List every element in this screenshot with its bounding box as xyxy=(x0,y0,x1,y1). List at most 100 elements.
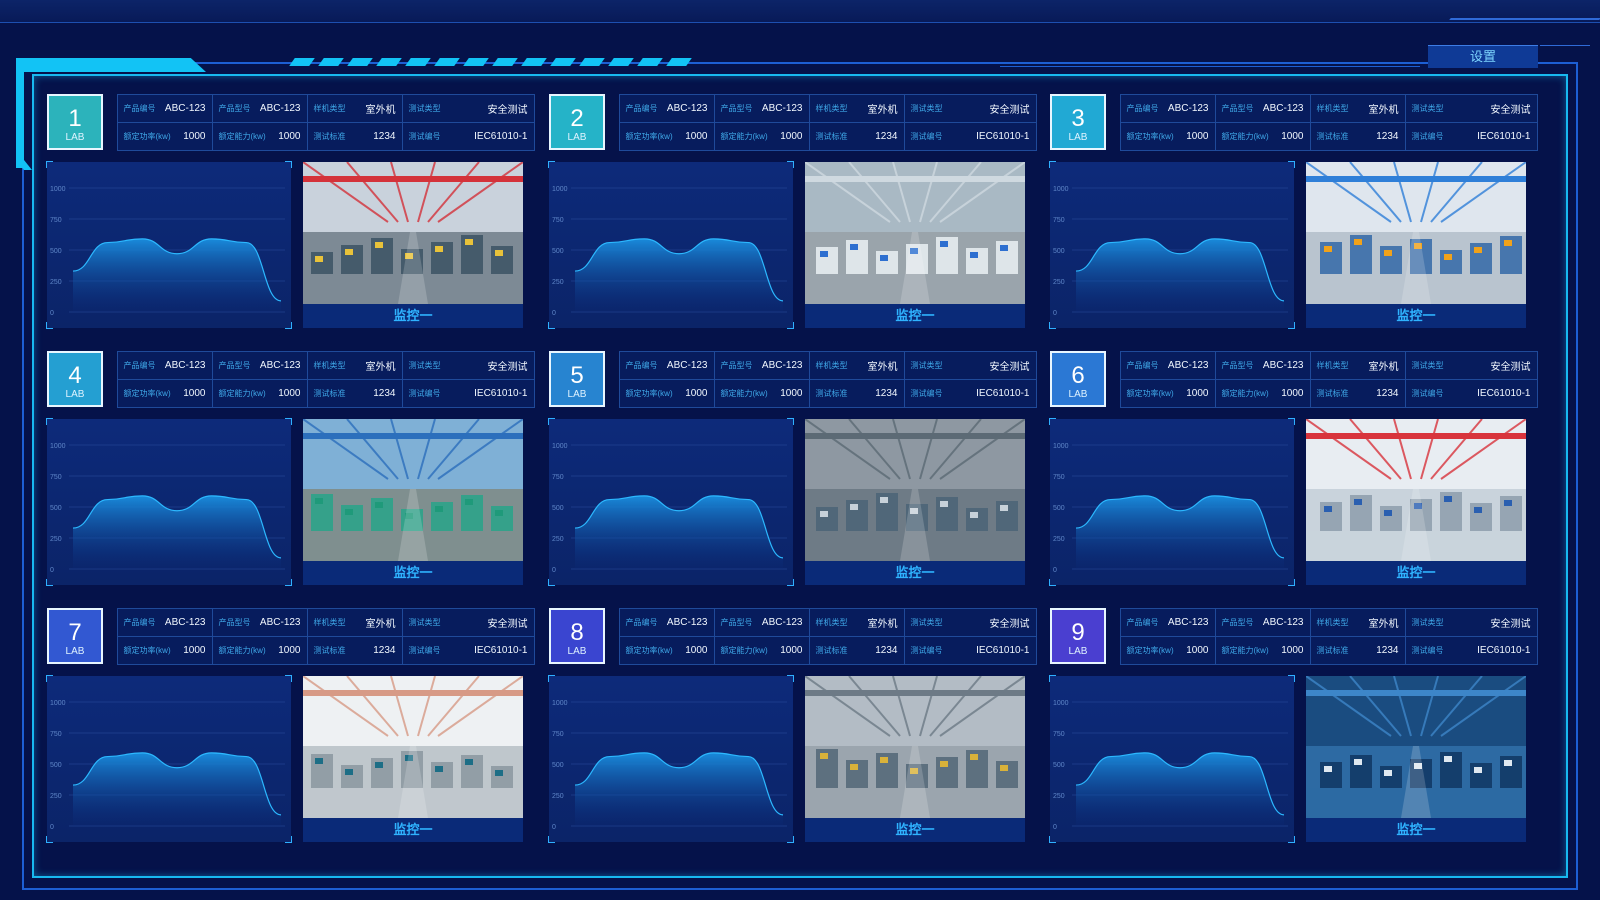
info-cell-sample-type: 样机类型 室外机 xyxy=(808,93,905,123)
lab-badge[interactable]: 6 LAB xyxy=(1050,351,1106,407)
y-tick-label: 500 xyxy=(50,248,62,255)
lab-info-table: 产品编号 ABC-123 产品型号 ABC-123 样机类型 室外机 测试类型 … xyxy=(1119,93,1538,151)
info-label: 额定能力(kw) xyxy=(1221,131,1269,141)
camera-label[interactable]: 监控一 xyxy=(303,818,523,842)
lab-panel: 4 LAB 产品编号 ABC-123 产品型号 ABC-123 样机类型 室外机… xyxy=(46,350,535,599)
info-value: 室外机 xyxy=(365,618,396,630)
lab-badge[interactable]: 4 LAB xyxy=(47,351,103,407)
info-value: 1000 xyxy=(780,644,803,656)
y-tick-label: 250 xyxy=(1053,279,1065,286)
lab-badge[interactable]: 8 LAB xyxy=(549,608,605,664)
info-value: 1000 xyxy=(278,130,301,142)
info-label: 产品型号 xyxy=(218,103,251,113)
info-label: 产品型号 xyxy=(720,360,753,370)
info-label: 额定能力(kw) xyxy=(720,388,768,398)
info-value: 1234 xyxy=(373,644,396,656)
camera-feed[interactable]: 监控一 xyxy=(1306,419,1526,585)
info-label: 测试标准 xyxy=(313,388,346,398)
info-cell-product-no: 产品编号 ABC-123 xyxy=(618,607,715,637)
info-value: 1000 xyxy=(183,387,206,399)
camera-label[interactable]: 监控一 xyxy=(303,561,523,585)
info-label: 额定功率(kw) xyxy=(625,131,673,141)
info-value: 1234 xyxy=(875,130,898,142)
info-cell-rated-capacity: 额定能力(kw) 1000 xyxy=(713,378,810,408)
camera-image xyxy=(303,419,523,561)
settings-button[interactable]: 设置 xyxy=(1428,45,1538,68)
info-cell-rated-power: 额定功率(kw) 1000 xyxy=(116,121,213,151)
lab-badge[interactable]: 7 LAB xyxy=(47,608,103,664)
y-tick-label: 1000 xyxy=(552,186,568,193)
info-value: ABC-123 xyxy=(761,616,803,628)
lab-number: 6 xyxy=(1071,362,1085,389)
info-cell-sample-type: 样机类型 室外机 xyxy=(808,350,905,380)
frame-corner-top xyxy=(16,58,206,72)
info-value: 室外机 xyxy=(1368,104,1399,116)
lab-panel: 1 LAB 产品编号 ABC-123 产品型号 ABC-123 样机类型 室外机… xyxy=(46,93,535,342)
lab-number: 3 xyxy=(1071,105,1085,132)
camera-feed[interactable]: 监控一 xyxy=(805,676,1025,842)
lab-badge[interactable]: 1 LAB xyxy=(47,94,103,150)
lab-number: 2 xyxy=(570,105,584,132)
info-value: 1000 xyxy=(278,644,301,656)
info-label: 测试类型 xyxy=(1411,103,1444,113)
camera-scene-illustration xyxy=(1306,162,1526,304)
info-value: IEC61010-1 xyxy=(976,387,1030,399)
camera-label[interactable]: 监控一 xyxy=(805,304,1025,328)
info-label: 产品型号 xyxy=(218,360,251,370)
info-value: ABC-123 xyxy=(761,359,803,371)
info-value: ABC-123 xyxy=(1262,102,1304,114)
area-chart-svg: 1000 750 500 250 0 xyxy=(552,700,787,831)
info-cell-test-type: 测试类型 安全测试 xyxy=(401,93,535,123)
lab-badge[interactable]: 9 LAB xyxy=(1050,608,1106,664)
camera-feed[interactable]: 监控一 xyxy=(1306,162,1526,328)
info-value: 安全测试 xyxy=(1490,618,1531,630)
y-tick-label: 250 xyxy=(1053,536,1065,543)
info-label: 额定功率(kw) xyxy=(1126,131,1174,141)
info-value: 1000 xyxy=(685,387,708,399)
camera-image xyxy=(303,676,523,818)
info-label: 产品编号 xyxy=(1126,103,1159,113)
camera-label[interactable]: 监控一 xyxy=(805,561,1025,585)
y-tick-label: 750 xyxy=(50,217,62,224)
camera-feed[interactable]: 监控一 xyxy=(805,162,1025,328)
power-chart: 1000 750 500 250 0 xyxy=(548,675,794,843)
info-cell-product-model: 产品型号 ABC-123 xyxy=(1214,350,1311,380)
camera-feed[interactable]: 监控一 xyxy=(303,419,523,585)
camera-label[interactable]: 监控一 xyxy=(1306,304,1526,328)
lab-label: LAB xyxy=(567,132,587,143)
settings-accent-line xyxy=(1540,45,1590,46)
info-cell-rated-capacity: 额定能力(kw) 1000 xyxy=(713,635,810,665)
info-label: 测试标准 xyxy=(815,645,848,655)
lab-panel: 8 LAB 产品编号 ABC-123 产品型号 ABC-123 样机类型 室外机… xyxy=(548,607,1037,856)
camera-label[interactable]: 监控一 xyxy=(805,818,1025,842)
info-value: 安全测试 xyxy=(989,618,1030,630)
info-value: 室外机 xyxy=(867,104,898,116)
info-value: 1000 xyxy=(278,387,301,399)
info-value: 1234 xyxy=(373,130,396,142)
info-cell-rated-capacity: 额定能力(kw) 1000 xyxy=(211,121,308,151)
info-label: 产品型号 xyxy=(1221,103,1254,113)
info-cell-sample-type: 样机类型 室外机 xyxy=(1309,350,1406,380)
camera-feed[interactable]: 监控一 xyxy=(805,419,1025,585)
info-cell-rated-power: 额定功率(kw) 1000 xyxy=(618,378,715,408)
lab-badge[interactable]: 5 LAB xyxy=(549,351,605,407)
y-tick-label: 750 xyxy=(552,474,564,481)
info-value: 1000 xyxy=(685,644,708,656)
camera-scene-illustration xyxy=(805,162,1025,304)
camera-feed[interactable]: 监控一 xyxy=(1306,676,1526,842)
lab-badge[interactable]: 3 LAB xyxy=(1050,94,1106,150)
camera-label[interactable]: 监控一 xyxy=(1306,818,1526,842)
info-label: 测试类型 xyxy=(910,103,943,113)
camera-label[interactable]: 监控一 xyxy=(303,304,523,328)
camera-feed[interactable]: 监控一 xyxy=(303,162,523,328)
camera-feed[interactable]: 监控一 xyxy=(303,676,523,842)
lab-label: LAB xyxy=(567,389,587,400)
y-tick-label: 500 xyxy=(50,505,62,512)
lab-badge[interactable]: 2 LAB xyxy=(549,94,605,150)
y-tick-label: 0 xyxy=(552,567,556,574)
info-label: 测试类型 xyxy=(408,103,441,113)
info-label: 测试类型 xyxy=(910,360,943,370)
camera-label[interactable]: 监控一 xyxy=(1306,561,1526,585)
info-cell-test-no: 测试编号 IEC61010-1 xyxy=(903,635,1037,665)
info-value: ABC-123 xyxy=(1262,359,1304,371)
